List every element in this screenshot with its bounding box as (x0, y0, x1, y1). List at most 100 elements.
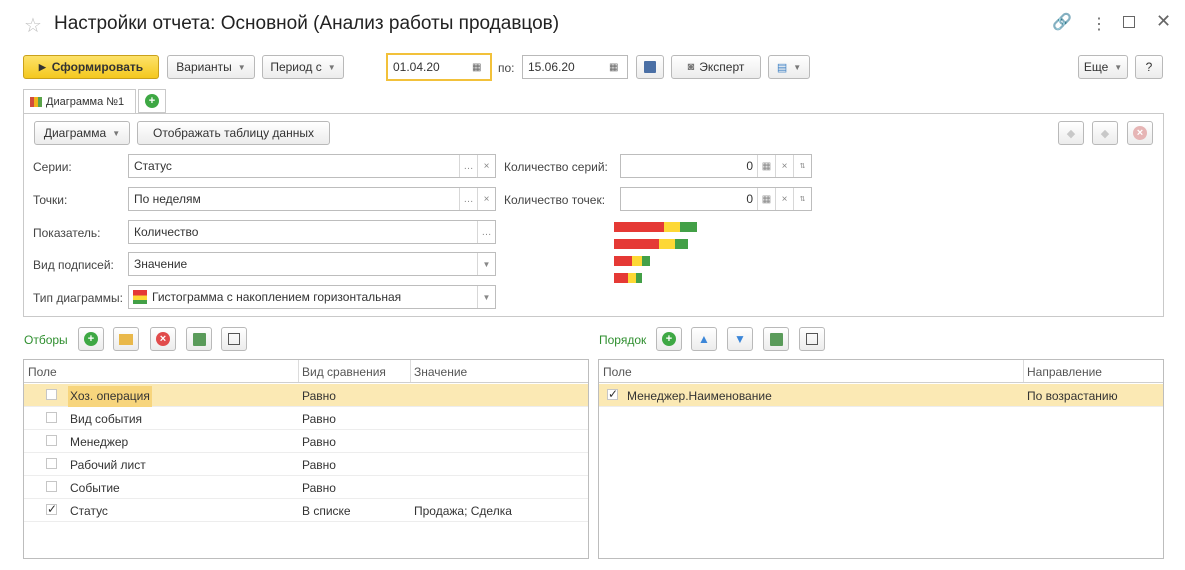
series-field[interactable]: Статус … × (128, 154, 496, 178)
filters-grid: Поле Вид сравнения Значение Хоз. операци… (23, 359, 589, 559)
plus-icon: + (662, 332, 676, 346)
calendar-icon[interactable]: ▦ (472, 62, 490, 73)
variants-button[interactable]: Варианты ▼ (167, 55, 255, 79)
table-row[interactable]: ✓ Менеджер.Наименование По возрастанию (599, 384, 1163, 407)
row-checkbox[interactable] (46, 412, 57, 423)
preview-bar (614, 239, 697, 249)
row-checkbox[interactable] (46, 435, 57, 446)
indicator-field[interactable]: Количество … (128, 220, 496, 244)
export-button[interactable]: ▤ ▼ (768, 55, 810, 79)
column-header[interactable]: Значение (414, 365, 467, 379)
link-icon[interactable]: 🔗 (1052, 12, 1072, 32)
clear-icon[interactable]: × (477, 155, 495, 177)
table-row[interactable]: Рабочий лист Равно (24, 453, 588, 476)
more-button[interactable]: Еще ▼ (1078, 55, 1128, 79)
calculator-icon[interactable]: ▦ (757, 155, 775, 177)
points-field[interactable]: По неделям … × (128, 187, 496, 211)
row-checkbox[interactable] (46, 458, 57, 469)
period-button[interactable]: Период с ▼ (262, 55, 344, 79)
select-ellipsis-icon[interactable]: … (459, 155, 477, 177)
move-left-button[interactable]: ◆ (1058, 121, 1084, 145)
labels-kind-select[interactable]: Значение ▼ (128, 252, 496, 276)
chevron-down-icon: ▼ (112, 128, 121, 138)
delete-icon: × (1133, 126, 1147, 140)
maximize-icon[interactable] (1123, 16, 1135, 28)
expert-settings-icon: ◙ (687, 61, 695, 73)
arrow-right-icon: ◆ (1100, 127, 1110, 140)
chevron-down-icon[interactable]: ▼ (477, 253, 495, 275)
select-ellipsis-icon[interactable]: … (477, 221, 495, 243)
table-row[interactable]: Хоз. операция Равно (24, 384, 588, 407)
points-label: Точки: (33, 193, 68, 207)
table-row[interactable]: Событие Равно (24, 476, 588, 499)
add-filter-button[interactable]: + (78, 327, 104, 351)
copy-icon (228, 333, 240, 345)
add-group-button[interactable] (113, 327, 139, 351)
calendar-icon[interactable]: ▦ (609, 62, 627, 73)
spin-icon[interactable]: ⇅ (793, 188, 811, 210)
folder-icon (119, 333, 133, 345)
row-checkbox[interactable] (46, 389, 57, 400)
row-checkbox[interactable] (46, 481, 57, 492)
select-ellipsis-icon[interactable]: … (459, 188, 477, 210)
export-icon: ▤ (776, 61, 788, 74)
move-down-button[interactable]: ▼ (727, 327, 753, 351)
move-up-button[interactable]: ▲ (691, 327, 717, 351)
show-data-table-button[interactable]: Отображать таблицу данных (137, 121, 330, 145)
spin-icon[interactable]: ⇅ (793, 155, 811, 177)
row-checkbox-checked[interactable]: ✓ (607, 388, 618, 400)
chevron-down-icon: ▼ (793, 62, 802, 72)
delete-diagram-button[interactable]: × (1127, 121, 1153, 145)
floppy-disk-icon (644, 61, 656, 73)
arrow-up-icon: ▲ (698, 332, 710, 346)
column-header[interactable]: Поле (28, 365, 57, 379)
chart-type-select[interactable]: Гистограмма с накоплением горизонтальная… (128, 285, 496, 309)
copy-order-button[interactable] (799, 327, 825, 351)
generate-button[interactable]: ▶ Сформировать (23, 55, 159, 79)
tab-diagram-1[interactable]: Диаграмма №1 (23, 89, 136, 114)
expert-button[interactable]: ◙ Эксперт (671, 55, 761, 79)
points-count-label: Количество точек: (504, 193, 606, 207)
copy-button[interactable] (221, 327, 247, 351)
delete-filter-button[interactable]: × (150, 327, 176, 351)
column-header[interactable]: Поле (603, 365, 632, 379)
date-from-input[interactable]: 01.04.20 ▦ (386, 53, 492, 81)
order-title: Порядок (599, 333, 647, 347)
check-all-order-button[interactable] (763, 327, 789, 351)
chevron-down-icon[interactable]: ▼ (477, 286, 495, 308)
diagram-menu-button[interactable]: Диаграмма ▼ (34, 121, 130, 145)
indicator-label: Показатель: (33, 226, 101, 240)
window-title: Настройки отчета: Основной (Анализ работ… (54, 13, 560, 34)
add-tab-button[interactable]: + (138, 89, 166, 113)
arrow-left-icon: ◆ (1066, 127, 1076, 140)
chevron-down-icon: ▼ (1114, 62, 1123, 72)
clear-icon[interactable]: × (775, 155, 793, 177)
delete-icon: × (156, 332, 170, 346)
help-button[interactable]: ? (1135, 55, 1163, 79)
order-grid: Поле Направление ✓ Менеджер.Наименование… (598, 359, 1164, 559)
table-row[interactable]: Вид события Равно (24, 407, 588, 430)
table-row[interactable]: ✓ Статус В списке Продажа; Сделка (24, 499, 588, 522)
move-right-button[interactable]: ◆ (1092, 121, 1118, 145)
series-count-label: Количество серий: (504, 160, 608, 174)
chevron-down-icon: ▼ (327, 62, 336, 72)
column-header[interactable]: Направление (1027, 365, 1102, 379)
more-icon[interactable]: ⋮ (1091, 14, 1107, 34)
clear-icon[interactable]: × (477, 188, 495, 210)
clear-icon[interactable]: × (775, 188, 793, 210)
check-all-button[interactable] (186, 327, 212, 351)
favorite-star-icon[interactable]: ☆ (24, 13, 42, 38)
play-icon: ▶ (38, 61, 46, 72)
date-to-input[interactable]: 15.06.20 ▦ (522, 55, 628, 79)
column-header[interactable]: Вид сравнения (302, 365, 386, 379)
calculator-icon[interactable]: ▦ (757, 188, 775, 210)
save-button[interactable] (636, 55, 664, 79)
check-all-icon (769, 332, 783, 346)
add-order-button[interactable]: + (656, 327, 682, 351)
close-icon[interactable]: ✕ (1156, 11, 1171, 32)
row-checkbox-checked[interactable]: ✓ (46, 503, 57, 515)
points-count-field[interactable]: 0 ▦ × ⇅ (620, 187, 812, 211)
table-row[interactable]: Менеджер Равно (24, 430, 588, 453)
check-all-icon (192, 332, 206, 346)
series-count-field[interactable]: 0 ▦ × ⇅ (620, 154, 812, 178)
